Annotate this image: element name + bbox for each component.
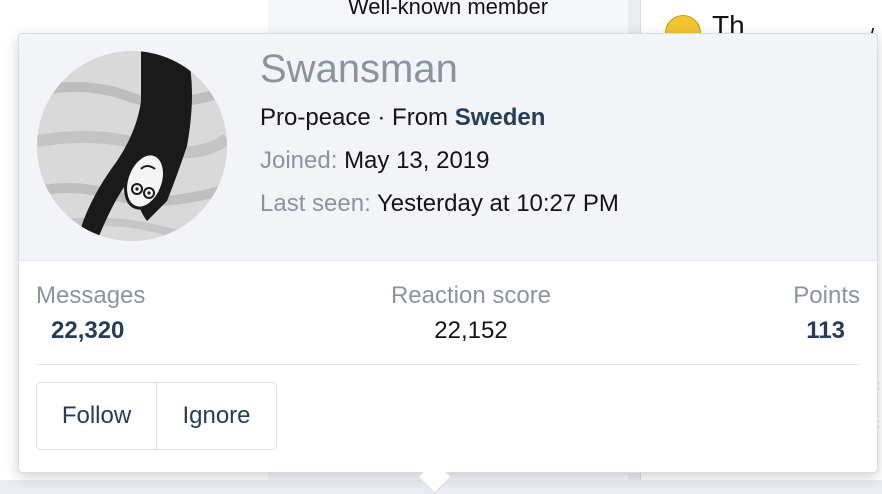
location-link[interactable]: Sweden [455, 104, 546, 131]
last-seen-value: Yesterday at 10:27 PM [376, 190, 619, 217]
member-tooltip: Swansman Pro-peace · From Sweden Joined:… [18, 33, 878, 494]
username[interactable]: Swansman [260, 46, 619, 92]
last-seen-label: Last seen: [260, 190, 371, 217]
stat-messages: Messages 22,320 [36, 282, 145, 345]
member-stats: Messages 22,320 Reaction score 22,152 Po… [19, 282, 877, 364]
stat-reaction-label: Reaction score [390, 282, 552, 309]
member-blurb-text: Pro-peace · From [260, 104, 455, 131]
stat-points-label: Points [793, 282, 860, 309]
tooltip-arrow [418, 461, 451, 494]
avatar[interactable] [37, 51, 227, 241]
avatar-illustration [37, 51, 227, 241]
joined-row: Joined: May 13, 2019 [260, 147, 619, 175]
stat-points-value[interactable]: 113 [793, 317, 860, 345]
member-actions: Follow Ignore [36, 382, 277, 450]
ignore-button[interactable]: Ignore [157, 382, 277, 450]
stat-reaction-score: Reaction score 22,152 [383, 282, 559, 345]
last-seen-row: Last seen: Yesterday at 10:27 PM [260, 190, 619, 218]
stat-points: Points 113 [793, 282, 860, 345]
joined-label: Joined: [260, 147, 338, 174]
follow-button[interactable]: Follow [36, 382, 157, 450]
divider [36, 364, 859, 365]
member-info: Swansman Pro-peace · From Sweden Joined:… [260, 46, 619, 233]
member-blurb: Pro-peace · From Sweden [260, 104, 619, 132]
stat-reaction-value: 22,152 [434, 317, 508, 344]
stat-messages-label: Messages [36, 282, 146, 309]
member-tooltip-header: Swansman Pro-peace · From Sweden Joined:… [19, 34, 877, 261]
stat-messages-value[interactable]: 22,320 [36, 317, 145, 345]
member-title: Well-known member [347, 0, 549, 19]
joined-value: May 13, 2019 [344, 147, 490, 174]
